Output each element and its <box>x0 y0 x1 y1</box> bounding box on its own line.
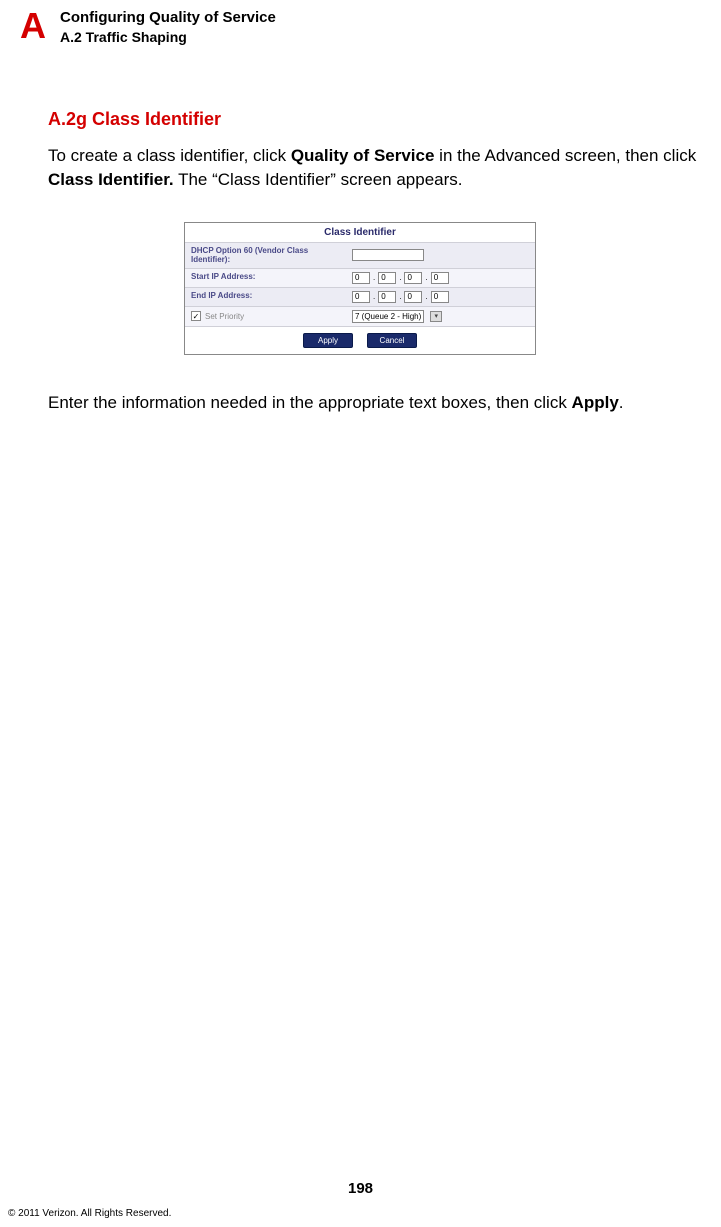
text-span: Enter the information needed in the appr… <box>48 393 572 412</box>
text-span: in the Advanced screen, then click <box>434 146 696 165</box>
start-ip-octet-4[interactable]: 0 <box>431 272 449 284</box>
page-header: A Configuring Quality of Service A.2 Tra… <box>20 8 700 47</box>
start-ip-octet-3[interactable]: 0 <box>404 272 422 284</box>
appendix-letter: A <box>20 8 46 44</box>
text-span: . <box>619 393 624 412</box>
row-start-ip: Start IP Address: 0. 0. 0. 0 <box>185 268 535 287</box>
label-start-ip: Start IP Address: <box>185 269 346 287</box>
text-span: The “Class Identifier” screen appears. <box>174 170 463 189</box>
header-text-block: Configuring Quality of Service A.2 Traff… <box>60 8 276 47</box>
text-span: To create a class identifier, click <box>48 146 291 165</box>
field-dhcp <box>346 243 535 268</box>
priority-select-value: 7 (Queue 2 - High) <box>355 312 421 321</box>
page-number: 198 <box>0 1180 721 1197</box>
end-ip-octet-4[interactable]: 0 <box>431 291 449 303</box>
field-priority: 7 (Queue 2 - High) ▾ <box>346 307 535 326</box>
qos-link-text: Quality of Service <box>291 146 435 165</box>
apply-paragraph: Enter the information needed in the appr… <box>48 391 718 415</box>
cancel-button[interactable]: Cancel <box>367 333 417 348</box>
dhcp-input[interactable] <box>352 249 424 261</box>
apply-text: Apply <box>572 393 619 412</box>
class-identifier-link-text: Class Identifier. <box>48 170 174 189</box>
dot-icon: . <box>425 273 427 282</box>
start-ip-octet-1[interactable]: 0 <box>352 272 370 284</box>
dot-icon: . <box>399 273 401 282</box>
row-dhcp: DHCP Option 60 (Vendor Class Identifier)… <box>185 242 535 268</box>
chevron-down-icon[interactable]: ▾ <box>430 311 442 322</box>
label-priority: Set Priority <box>205 312 244 322</box>
end-ip-octet-2[interactable]: 0 <box>378 291 396 303</box>
button-row: Apply Cancel <box>185 326 535 354</box>
label-end-ip: End IP Address: <box>185 288 346 306</box>
label-priority-wrap: ✓ Set Priority <box>185 307 346 326</box>
chapter-subtitle: A.2 Traffic Shaping <box>60 28 276 48</box>
priority-checkbox[interactable]: ✓ <box>191 311 201 321</box>
copyright: © 2011 Verizon. All Rights Reserved. <box>8 1208 171 1219</box>
start-ip-octet-2[interactable]: 0 <box>378 272 396 284</box>
row-priority: ✓ Set Priority 7 (Queue 2 - High) ▾ <box>185 306 535 326</box>
chapter-title: Configuring Quality of Service <box>60 8 276 28</box>
apply-button[interactable]: Apply <box>303 333 353 348</box>
priority-select[interactable]: 7 (Queue 2 - High) <box>352 310 424 323</box>
field-start-ip: 0. 0. 0. 0 <box>346 269 535 287</box>
dot-icon: . <box>399 292 401 301</box>
section-heading: A.2g Class Identifier <box>48 109 700 130</box>
dot-icon: . <box>373 273 375 282</box>
label-dhcp: DHCP Option 60 (Vendor Class Identifier)… <box>185 243 346 268</box>
end-ip-octet-3[interactable]: 0 <box>404 291 422 303</box>
end-ip-octet-1[interactable]: 0 <box>352 291 370 303</box>
shot-title: Class Identifier <box>185 223 535 242</box>
row-end-ip: End IP Address: 0. 0. 0. 0 <box>185 287 535 306</box>
dot-icon: . <box>425 292 427 301</box>
dot-icon: . <box>373 292 375 301</box>
intro-paragraph: To create a class identifier, click Qual… <box>48 144 718 192</box>
class-identifier-screen: Class Identifier DHCP Option 60 (Vendor … <box>184 222 536 355</box>
field-end-ip: 0. 0. 0. 0 <box>346 288 535 306</box>
